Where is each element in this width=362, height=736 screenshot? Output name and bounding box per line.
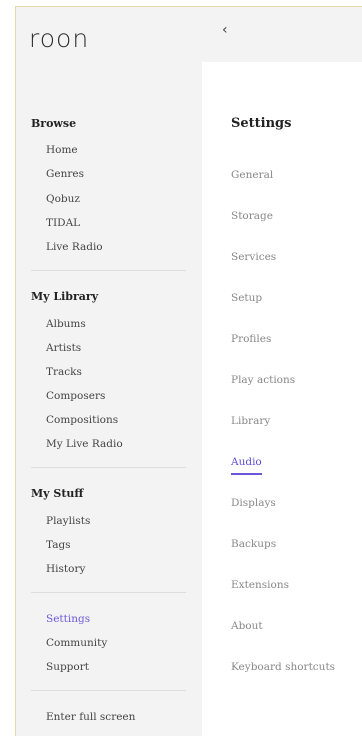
settings-item-backups[interactable]: Backups xyxy=(231,538,276,550)
sidebar-divider xyxy=(31,270,186,271)
sidebar-item-tags[interactable]: Tags xyxy=(46,539,71,551)
settings-item-displays[interactable]: Displays xyxy=(231,497,276,509)
settings-item-general[interactable]: General xyxy=(231,169,273,181)
sidebar-item-tracks[interactable]: Tracks xyxy=(46,366,82,378)
sidebar-item-genres[interactable]: Genres xyxy=(46,168,84,180)
settings-item-audio[interactable]: Audio xyxy=(231,456,262,475)
sidebar-item-tidal[interactable]: TIDAL xyxy=(46,217,80,229)
settings-item-about[interactable]: About xyxy=(231,620,263,632)
sidebar-item-history[interactable]: History xyxy=(46,563,85,575)
sidebar-item-live-radio[interactable]: Live Radio xyxy=(46,241,103,253)
section-title-browse: Browse xyxy=(31,117,77,130)
sidebar-item-playlists[interactable]: Playlists xyxy=(46,515,90,527)
sidebar-item-home[interactable]: Home xyxy=(46,144,78,156)
section-title-my-library: My Library xyxy=(31,290,99,303)
settings-item-storage[interactable]: Storage xyxy=(231,210,273,222)
sidebar-item-community[interactable]: Community xyxy=(46,637,107,649)
settings-item-play-actions[interactable]: Play actions xyxy=(231,374,295,386)
sidebar-item-my-live-radio[interactable]: My Live Radio xyxy=(46,438,123,450)
settings-title: Settings xyxy=(231,116,292,131)
sidebar-item-support[interactable]: Support xyxy=(46,661,89,673)
sidebar-divider xyxy=(31,592,186,593)
sidebar-divider xyxy=(31,690,186,691)
settings-item-profiles[interactable]: Profiles xyxy=(231,333,271,345)
enter-full-screen-button[interactable]: Enter full screen xyxy=(46,711,135,723)
section-title-my-stuff: My Stuff xyxy=(31,487,84,500)
settings-item-setup[interactable]: Setup xyxy=(231,292,262,304)
settings-item-keyboard-shortcuts[interactable]: Keyboard shortcuts xyxy=(231,661,335,673)
sidebar-item-settings[interactable]: Settings xyxy=(46,613,90,625)
sidebar-item-qobuz[interactable]: Qobuz xyxy=(46,193,80,205)
sidebar-item-compositions[interactable]: Compositions xyxy=(46,414,118,426)
sidebar-divider xyxy=(31,467,186,468)
settings-item-library[interactable]: Library xyxy=(231,415,270,427)
roon-logo: roon xyxy=(29,24,90,53)
sidebar-item-artists[interactable]: Artists xyxy=(46,342,81,354)
back-chevron-icon[interactable]: ‹ xyxy=(222,22,228,38)
sidebar-item-albums[interactable]: Albums xyxy=(46,318,86,330)
sidebar-item-composers[interactable]: Composers xyxy=(46,390,105,402)
settings-item-extensions[interactable]: Extensions xyxy=(231,579,289,591)
settings-item-services[interactable]: Services xyxy=(231,251,276,263)
